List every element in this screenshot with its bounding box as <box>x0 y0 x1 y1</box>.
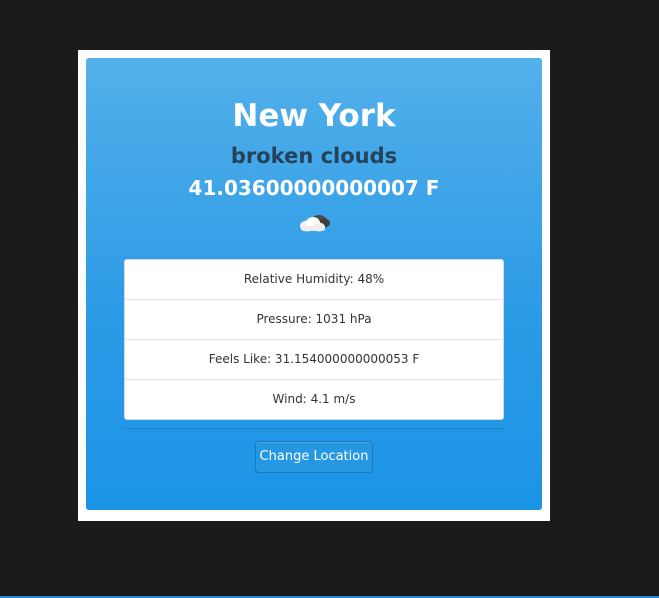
city-name: New York <box>232 98 396 134</box>
weather-card: New York broken clouds 41.03600000000007… <box>86 58 542 510</box>
weather-icon-wrapper <box>86 208 542 238</box>
change-location-button[interactable]: Change Location <box>255 441 373 473</box>
weather-details-list: Relative Humidity: 48% Pressure: 1031 hP… <box>124 259 504 420</box>
page: New York broken clouds 41.03600000000007… <box>0 0 659 598</box>
weather-widget-frame: New York broken clouds 41.03600000000007… <box>78 50 550 521</box>
cloud-icon <box>300 215 330 232</box>
pressure-item: Pressure: 1031 hPa <box>125 299 503 339</box>
humidity-item: Relative Humidity: 48% <box>243 272 385 286</box>
divider <box>124 428 504 429</box>
wind-item: Wind: 4.1 m/s <box>125 379 503 419</box>
feels-like-item: Feels Like: 31.154000000000053 F <box>125 339 503 379</box>
weather-description: broken clouds <box>230 144 398 168</box>
temperature: 41.03600000000007 F <box>188 176 440 200</box>
